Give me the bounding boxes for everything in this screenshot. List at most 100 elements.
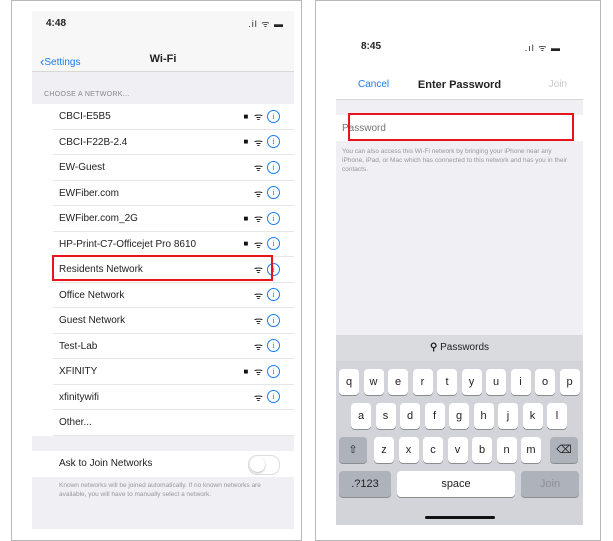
network-row[interactable]: CBCI-E5B5 ■ ᯤ i [53,104,294,130]
key-q[interactable]: q [339,369,359,395]
status-bar: 8:45 .ıl ᯤ ▬ [336,11,583,69]
enter-password-screen: 8:45 .ıl ᯤ ▬ Cancel Enter Password Join … [336,11,583,525]
key-s[interactable]: s [375,403,396,429]
wifi-signal-icon: ᯤ [253,341,263,353]
key-d[interactable]: d [400,403,420,429]
key-k[interactable]: k [522,403,543,429]
network-name: xfinitywifi [59,391,100,403]
status-bar: 4:48 .il ᯤ ▬ [32,11,294,47]
key-n[interactable]: n [496,437,517,463]
network-row[interactable]: XFINITY ■ ᯤ i [53,359,294,385]
network-status-icons: ᯤi [242,288,280,302]
info-icon[interactable]: i [267,313,280,327]
network-row[interactable]: EW-Guest ᯤ i [53,155,294,181]
network-name: EWFiber.com [59,187,120,199]
ask-to-join-footnote: Known networks will be joined automatica… [59,482,261,498]
key-y[interactable]: y [461,369,482,395]
wifi-signal-icon: ᯤ [253,214,263,225]
network-row[interactable]: xfinitywifi ᯤ i [53,385,294,410]
info-icon[interactable]: i [267,109,280,123]
network-name: CBCI-E5B5 [59,111,111,122]
home-indicator [424,516,495,519]
network-row[interactable]: HP-Print-C7-Officejet Pro 8610 ■ ᯤ i [53,232,294,257]
network-row[interactable]: Test-Lab ᯤ i [53,334,294,359]
info-icon[interactable]: i [267,237,280,250]
key-l[interactable]: l [547,403,567,429]
info-icon[interactable]: i [267,390,280,403]
wifi-signal-icon: ᯤ [253,367,263,378]
network-status-icons: ■ ᯤ i [242,237,280,251]
key-u[interactable]: u [486,369,506,395]
key-m[interactable]: m [521,437,541,463]
key-p[interactable]: p [559,369,580,395]
network-name: CBCI-F22B-2.4 [59,136,128,148]
info-icon[interactable]: i [267,211,280,225]
key-x[interactable]: x [398,437,419,463]
numbers-key[interactable]: .?123 [339,471,391,497]
network-row[interactable]: EWFiber.com ᯤ i [53,181,294,206]
network-row[interactable]: Other... [53,410,294,436]
network-status-icons: ᯤi [242,313,280,327]
lock-icon: ■ [243,213,249,223]
wifi-signal-icon: ᯤ [253,137,263,149]
wifi-signal-icon: ᯤ [253,290,263,302]
network-row[interactable]: Office Network ᯤ i [53,283,294,308]
key-a[interactable]: a [351,403,371,429]
network-row[interactable]: CBCI-F22B-2.4 ■ ᯤ i [53,130,294,155]
network-status-icons: ■ ᯤ i [242,135,280,149]
key-f[interactable]: f [424,403,445,429]
shift-key[interactable]: ⇧ [339,437,367,463]
toggle-knob [250,457,265,472]
page-title: Wi-Fi [149,53,177,65]
key-v[interactable]: v [447,437,468,463]
ask-to-join-label: Ask to Join Networks [59,458,153,469]
wifi-signal-icon: ᯤ [253,239,263,251]
key-b[interactable]: b [472,437,492,463]
info-icon[interactable]: i [267,135,280,148]
highlight-password-field [348,113,574,141]
key-o[interactable]: o [535,369,555,395]
key-i[interactable]: i [510,369,531,395]
space-key[interactable]: space [397,471,515,497]
delete-key[interactable]: ⌫ [550,437,578,463]
key-w[interactable]: w [363,369,384,395]
key-g[interactable]: g [449,403,469,429]
info-icon[interactable]: i [267,339,280,352]
ask-to-join-toggle[interactable] [248,455,280,475]
wifi-navbar: ‹Settings Wi-Fi [32,47,294,72]
key-r[interactable]: r [412,369,433,395]
key-e[interactable]: e [388,369,408,395]
join-key[interactable]: Join [521,471,579,497]
network-name: Guest Network [59,315,126,326]
info-icon[interactable]: i [267,364,280,378]
status-time: 4:48 [46,18,67,29]
network-name: EW-Guest [59,162,105,173]
key-z[interactable]: z [374,437,394,463]
key-icon: ⚲ [429,342,438,353]
password-navbar: Cancel Enter Password Join [336,69,583,100]
wifi-signal-icon: ᯤ [253,112,263,123]
network-name: HP-Print-C7-Officejet Pro 8610 [59,238,197,250]
network-row[interactable]: EWFiber.com_2G ■ ᯤ i [53,206,294,232]
join-button[interactable]: Join [549,79,567,90]
key-j[interactable]: j [498,403,518,429]
network-status-icons: ᯤi [242,339,280,353]
network-status-icons: ᯤi [242,390,280,404]
network-name: XFINITY [59,366,98,377]
key-t[interactable]: t [437,369,457,395]
passwords-suggestion[interactable]: ⚲ Passwords [336,342,583,353]
network-row[interactable]: Guest Network ᯤ i [53,308,294,334]
key-c[interactable]: c [423,437,443,463]
wifi-signal-icon: ᯤ [253,392,263,404]
info-icon[interactable]: i [267,186,280,199]
keyboard: ⚲ Passwords q w e r t y u i o p a s d f g h j k l ⇧ z x c v b n m ⌫… [336,335,583,525]
network-status-icons: ■ ᯤ i [242,364,280,378]
key-h[interactable]: h [473,403,494,429]
highlight-residents-network [52,255,273,281]
wifi-signal-icon: ᯤ [253,188,263,200]
section-header: CHOOSE A NETWORK... [44,91,130,98]
info-icon[interactable]: i [267,288,280,301]
info-icon[interactable]: i [267,160,280,174]
network-name: Test-Lab [59,340,98,352]
lock-icon: ■ [243,111,249,121]
